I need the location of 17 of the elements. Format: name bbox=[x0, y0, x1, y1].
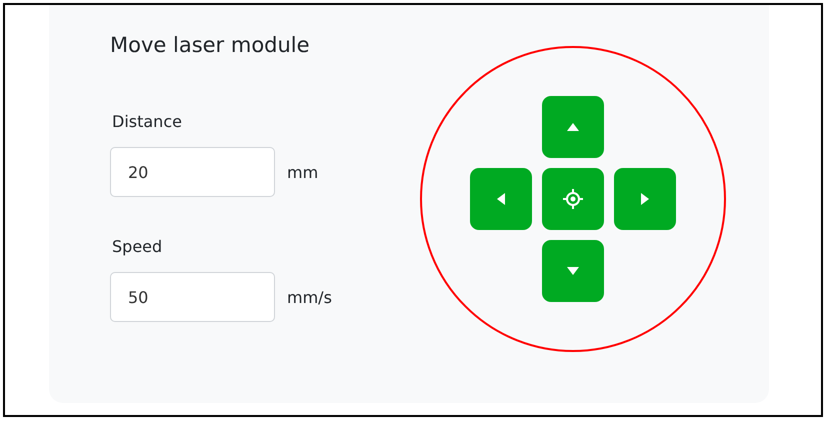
crosshair-icon bbox=[562, 188, 584, 210]
move-up-button[interactable] bbox=[542, 96, 604, 158]
section-title: Move laser module bbox=[110, 32, 311, 59]
move-left-button[interactable] bbox=[470, 168, 532, 230]
left-arrow-icon bbox=[497, 193, 505, 205]
input-field[interactable]: 50 bbox=[110, 272, 275, 322]
input-field[interactable]: 20 bbox=[110, 147, 275, 197]
down-arrow-icon bbox=[567, 267, 579, 275]
move-right-button[interactable] bbox=[614, 168, 676, 230]
unit-label: mm bbox=[287, 162, 318, 182]
up-arrow-icon bbox=[567, 123, 579, 131]
unit-label: mm/s bbox=[287, 288, 332, 306]
home-button[interactable] bbox=[542, 168, 604, 230]
field-label: Distance bbox=[112, 111, 183, 133]
move-down-button[interactable] bbox=[542, 240, 604, 302]
right-arrow-icon bbox=[641, 193, 649, 205]
field-label: Speed bbox=[112, 236, 164, 258]
